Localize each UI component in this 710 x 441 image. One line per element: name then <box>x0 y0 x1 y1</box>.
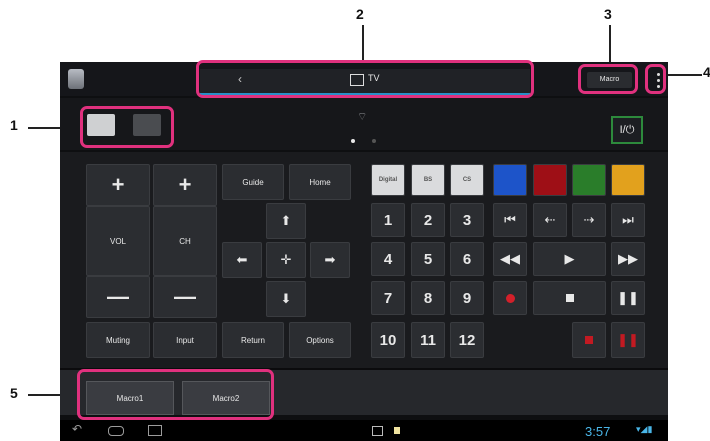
number-button-11[interactable]: 11 <box>411 322 445 358</box>
callout-3: 3 <box>604 6 612 22</box>
guide-button[interactable]: Guide <box>222 164 284 200</box>
yellow-button[interactable] <box>611 164 645 196</box>
callout-4: 4 <box>703 64 710 80</box>
red-stop-icon <box>585 336 593 344</box>
green-button[interactable] <box>572 164 606 196</box>
left-arrow-button[interactable]: ⬅ <box>222 242 262 278</box>
bs-button[interactable]: BS <box>411 164 445 196</box>
number-button-6[interactable]: 6 <box>450 242 484 276</box>
input-button[interactable]: Input <box>153 322 217 358</box>
play-button[interactable]: ▶ <box>533 242 606 276</box>
highlight-source-selector <box>196 60 534 98</box>
home-button[interactable]: Home <box>289 164 351 200</box>
callout-line-3 <box>609 25 611 65</box>
options-button[interactable]: Options <box>289 322 351 358</box>
wifi-signal-icon: ▾◢▮ <box>636 424 653 434</box>
muting-button[interactable]: Muting <box>86 322 150 358</box>
number-button-5[interactable]: 5 <box>411 242 445 276</box>
arrow-right-icon: ➡ <box>324 252 336 267</box>
highlight-layout-buttons <box>80 106 174 148</box>
record-button[interactable] <box>493 281 527 315</box>
number-button-8[interactable]: 8 <box>411 281 445 315</box>
number-button-10[interactable]: 10 <box>371 322 405 358</box>
play-icon: ▶ <box>564 251 575 266</box>
blue-button[interactable] <box>493 164 527 196</box>
number-button-3[interactable]: 3 <box>450 203 484 237</box>
replay-icon: ⇠ <box>544 212 556 227</box>
volume-down-button[interactable]: — <box>86 276 150 318</box>
number-button-9[interactable]: 9 <box>450 281 484 315</box>
callout-line-2 <box>362 25 364 60</box>
recent-apps-icon[interactable] <box>148 425 162 436</box>
callout-1: 1 <box>10 117 18 133</box>
digital-button[interactable]: Digital <box>371 164 405 196</box>
page-indicator-active <box>351 139 355 143</box>
number-button-2[interactable]: 2 <box>411 203 445 237</box>
arrow-up-icon: ⬆ <box>280 213 292 228</box>
highlight-macro-area <box>77 369 274 420</box>
clock: 3:57 <box>585 424 611 439</box>
stop-icon <box>565 294 574 302</box>
home-icon[interactable] <box>108 426 124 436</box>
advance-icon: ⇢ <box>583 212 595 227</box>
back-icon[interactable]: ↶ <box>72 422 82 436</box>
fast-forward-icon: ▶▶ <box>618 251 638 266</box>
callout-5: 5 <box>10 385 18 401</box>
skip-next-button[interactable]: ⏭ <box>611 203 645 237</box>
callout-line-4 <box>668 74 702 76</box>
rewind-icon: ◀◀ <box>500 251 520 266</box>
center-ok-button[interactable]: ✛ <box>266 242 306 278</box>
down-arrow-button[interactable]: ⬇ <box>266 281 306 317</box>
number-button-4[interactable]: 4 <box>371 242 405 276</box>
app-icon[interactable] <box>68 69 84 89</box>
arrow-down-icon: ⬇ <box>280 291 292 306</box>
volume-label: VOL <box>86 206 150 276</box>
up-arrow-button[interactable]: ⬆ <box>266 203 306 239</box>
return-button[interactable]: Return <box>222 322 284 358</box>
callout-2: 2 <box>356 6 364 22</box>
replay-button[interactable]: ⇠ <box>533 203 567 237</box>
fast-forward-button[interactable]: ▶▶ <box>611 242 645 276</box>
volume-up-button[interactable]: + <box>86 164 150 206</box>
highlight-macro-button <box>578 64 638 94</box>
skip-next-icon: ⏭ <box>622 212 634 227</box>
number-button-12[interactable]: 12 <box>450 322 484 358</box>
rewind-button[interactable]: ◀◀ <box>493 242 527 276</box>
pause-icon: ❚❚ <box>617 290 639 305</box>
channel-up-button[interactable]: + <box>153 164 217 206</box>
skip-previous-button[interactable]: ⏮ <box>493 203 527 237</box>
record-icon <box>505 293 515 303</box>
screenshot-icon[interactable] <box>372 426 383 436</box>
stop-button[interactable] <box>533 281 606 315</box>
channel-label: CH <box>153 206 217 276</box>
red-button[interactable] <box>533 164 567 196</box>
skip-previous-icon: ⏮ <box>504 212 516 227</box>
highlight-menu <box>645 64 666 94</box>
red-pause-icon: ❚❚ <box>617 332 639 347</box>
advance-button[interactable]: ⇢ <box>572 203 606 237</box>
number-button-7[interactable]: 7 <box>371 281 405 315</box>
crosshair-icon: ✛ <box>280 252 292 267</box>
system-nav-bar: ↶ ▾◢▮ <box>60 420 668 441</box>
notification-icon <box>394 427 400 434</box>
red-stop-button[interactable] <box>572 322 606 358</box>
number-button-1[interactable]: 1 <box>371 203 405 237</box>
pause-button[interactable]: ❚❚ <box>611 281 645 315</box>
channel-down-button[interactable]: — <box>153 276 217 318</box>
right-arrow-button[interactable]: ➡ <box>310 242 350 278</box>
arrow-left-icon: ⬅ <box>236 252 248 267</box>
page-indicator-inactive <box>372 139 376 143</box>
wifi-icon: ⌔ <box>357 111 368 123</box>
red-pause-button[interactable]: ❚❚ <box>611 322 645 358</box>
cs-button[interactable]: CS <box>450 164 484 196</box>
power-button[interactable]: I/⏻ <box>611 116 643 144</box>
